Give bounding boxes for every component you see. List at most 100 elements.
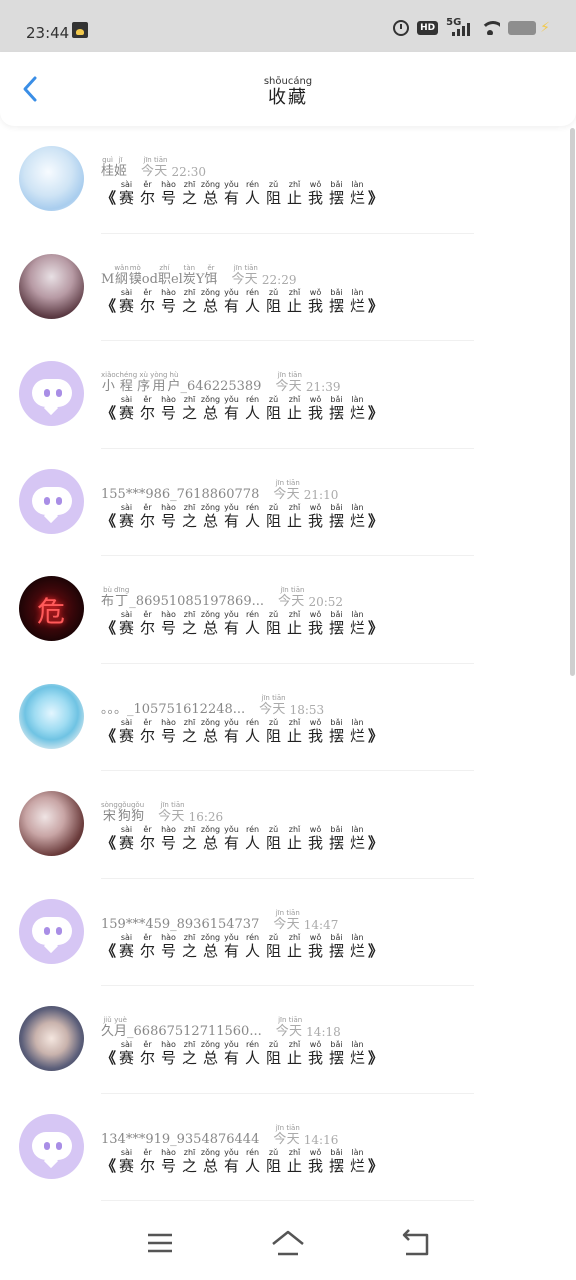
- username-char: gǒu 狗: [118, 801, 131, 825]
- pinyin: zhǐ: [288, 502, 301, 512]
- title-char: bǎi 摆: [326, 932, 347, 960]
- list-item[interactable]: 155***986_7618860778 jīn 今 tiān 天 21:10 《 sài 赛 ě…: [0, 449, 570, 556]
- character: 总: [203, 296, 219, 315]
- character: 烂: [350, 941, 366, 960]
- title-char: zǒng 总: [200, 503, 221, 530]
- title-char: làn 烂: [347, 288, 368, 315]
- home-button[interactable]: [268, 1228, 308, 1258]
- list-item[interactable]: 。。。_105751612248... jīn 今 tiān 天 18:53 《 sài 赛 ěr…: [0, 664, 570, 771]
- avatar[interactable]: [19, 683, 84, 749]
- character: 号: [161, 511, 177, 530]
- character: 人: [245, 404, 261, 422]
- username-char: yuè 月: [114, 1016, 127, 1040]
- pinyin: zǒng: [200, 932, 221, 942]
- character: 天: [272, 701, 286, 717]
- pinyin: sài: [120, 395, 133, 404]
- favorite-title[interactable]: 《 sài 赛 ěr 尔 hào 号 zhī 之 zǒng 总 yǒu 有 rén 人 zǔ 阻 zhǐ 止 wǒ 我 b…: [101, 611, 383, 639]
- pinyin: ěr: [143, 610, 152, 619]
- list-item[interactable]: 134***919_9354876444 jīn 今 tiān 天 14:16 《 sài 赛 ě…: [0, 1094, 570, 1201]
- list-item[interactable]: sòng 宋 gǒu 狗 gǒu 狗 jīn 今 tiān 天 16:26 《 sài 赛 ěr 尔 hào 号 z…: [0, 771, 570, 879]
- character: 尔: [140, 404, 156, 422]
- character: 我: [308, 834, 324, 852]
- time-value: 14:16: [303, 1132, 339, 1147]
- character: 序: [137, 379, 151, 394]
- list-item[interactable]: guì 桂 jī 姬 jīn 今 tiān 天 22:30 《 sài 赛 ěr 尔 hào 号 zhī 之 zǒn…: [0, 126, 570, 234]
- title-char: hào 号: [158, 181, 179, 208]
- today-char: jīn 今: [273, 479, 286, 503]
- character: 阻: [266, 1156, 282, 1175]
- system-back-button[interactable]: [396, 1228, 436, 1258]
- default-avatar-chat-icon[interactable]: [19, 898, 84, 964]
- pinyin: rén: [245, 717, 260, 727]
- page-title-pinyin: shōucáng: [263, 76, 313, 87]
- list-item[interactable]: 危 bù 布 dīng 丁 _86951085197869... jīn 今 tiān 天 20:5…: [0, 556, 570, 664]
- title-char: hào 号: [158, 503, 179, 530]
- favorite-title[interactable]: 《 sài 赛 ěr 尔 hào 号 zhī 之 zǒng 总 yǒu 有 rén 人 zǔ 阻 zhǐ 止 wǒ 我 b…: [101, 826, 383, 854]
- character: 我: [308, 404, 324, 422]
- username-text: 159***459_8936154737: [101, 916, 260, 932]
- character: 丁: [115, 594, 129, 609]
- default-avatar-chat-icon[interactable]: [19, 468, 84, 534]
- username-char: xù 序: [137, 371, 150, 395]
- character: 有: [224, 404, 240, 422]
- menu-button[interactable]: [140, 1228, 180, 1258]
- favorite-title[interactable]: 《 sài 赛 ěr 尔 hào 号 zhī 之 zǒng 总 yǒu 有 rén 人 zǔ 阻 zhǐ 止 wǒ 我 b…: [101, 1041, 383, 1069]
- character: 尔: [140, 619, 156, 637]
- title-char: zhī 之: [179, 1041, 200, 1068]
- battery-icon: [508, 21, 537, 35]
- default-avatar-chat-icon[interactable]: [19, 1113, 84, 1179]
- character: 今: [141, 164, 155, 179]
- favorite-title[interactable]: 《 sài 赛 ěr 尔 hào 号 zhī 之 zǒng 总 yǒu 有 rén 人 zǔ 阻 zhǐ 止 wǒ 我 b…: [101, 396, 383, 424]
- character: 天: [291, 594, 305, 609]
- scrollbar[interactable]: [570, 128, 575, 676]
- page-title: 收藏: [268, 87, 308, 108]
- avatar[interactable]: 危: [19, 576, 84, 641]
- title-char: hào 号: [158, 288, 179, 315]
- character: 天: [286, 1131, 300, 1147]
- status-time: 23:44: [26, 24, 70, 42]
- character: 赛: [119, 619, 135, 637]
- pinyin: jīn: [160, 801, 169, 809]
- favorite-title[interactable]: 《 sài 赛 ěr 尔 hào 号 zhī 之 zǒng 总 yǒu 有 rén 人 zǔ 阻 zhǐ 止 wǒ 我 b…: [101, 717, 383, 747]
- title-char: rén 人: [242, 503, 263, 530]
- title-char: zǒng 总: [200, 181, 221, 208]
- default-avatar-chat-icon[interactable]: [19, 361, 84, 426]
- title-char: làn 烂: [347, 1148, 368, 1175]
- list-item[interactable]: xiǎo 小 chéng 程 xù 序 yòng 用 hù 户 _646225389 jīn 今 tiān…: [0, 341, 570, 449]
- pinyin: bǎi: [330, 932, 343, 942]
- close-bracket: 》: [368, 404, 384, 422]
- title-char: ěr 尔: [137, 181, 158, 208]
- pinyin: zhí: [159, 263, 170, 272]
- avatar[interactable]: [19, 1006, 84, 1071]
- back-icon: [402, 1229, 429, 1256]
- title-char: bǎi 摆: [326, 826, 347, 853]
- character: 赛: [119, 404, 135, 422]
- title-char: zǒng 总: [200, 932, 221, 960]
- title-char: zǒng 总: [200, 1148, 221, 1175]
- username-char: mò 镆: [129, 264, 142, 288]
- avatar[interactable]: [19, 253, 84, 319]
- title-char: wǒ 我: [305, 1148, 326, 1175]
- character: 止: [287, 189, 303, 207]
- character: 我: [308, 619, 324, 637]
- list-item[interactable]: jiǔ 久 yuè 月 _66867512711560... jīn 今 tiān 天 14:18…: [0, 986, 570, 1094]
- pinyin: bǎi: [330, 287, 343, 297]
- title-char: hào 号: [158, 611, 179, 638]
- favorite-title[interactable]: 《 sài 赛 ěr 尔 hào 号 zhī 之 zǒng 总 yǒu 有 rén 人 zǔ 阻 zhǐ 止 wǒ 我 b…: [101, 502, 383, 532]
- close-bracket: 》: [368, 834, 384, 852]
- title-char: sài 赛: [116, 611, 137, 638]
- favorite-title[interactable]: 《 sài 赛 ěr 尔 hào 号 zhī 之 zǒng 总 yǒu 有 rén 人 zǔ 阻 zhǐ 止 wǒ 我 b…: [101, 287, 383, 317]
- character: 号: [161, 189, 177, 207]
- favorite-title[interactable]: 《 sài 赛 ěr 尔 hào 号 zhī 之 zǒng 总 yǒu 有 rén 人 zǔ 阻 zhǐ 止 wǒ 我 b…: [101, 1148, 383, 1177]
- pinyin: zǔ: [268, 932, 279, 942]
- list-item[interactable]: 159***459_8936154737 jīn 今 tiān 天 14:47 《 sài 赛 ě…: [0, 879, 570, 986]
- favorite-title[interactable]: 《 sài 赛 ěr 尔 hào 号 zhī 之 zǒng 总 yǒu 有 rén 人 zǔ 阻 zhǐ 止 wǒ 我 b…: [101, 181, 383, 209]
- character: 今: [231, 271, 245, 287]
- pinyin: sài: [120, 932, 133, 942]
- today-char: jīn 今: [231, 264, 244, 288]
- avatar[interactable]: [19, 146, 84, 211]
- list-item[interactable]: Mwǎn 䋄 mò 镆 od zhí 职 el tàn 炭 Yěr 饵 jīn 今 tiān 天 22:29 《 s…: [0, 234, 570, 341]
- avatar[interactable]: [19, 791, 84, 856]
- favorite-title[interactable]: 《 sài 赛 ěr 尔 hào 号 zhī 之 zǒng 总 yǒu 有 rén 人 zǔ 阻 zhǐ 止 wǒ 我 b…: [101, 932, 383, 962]
- character: 我: [308, 726, 324, 745]
